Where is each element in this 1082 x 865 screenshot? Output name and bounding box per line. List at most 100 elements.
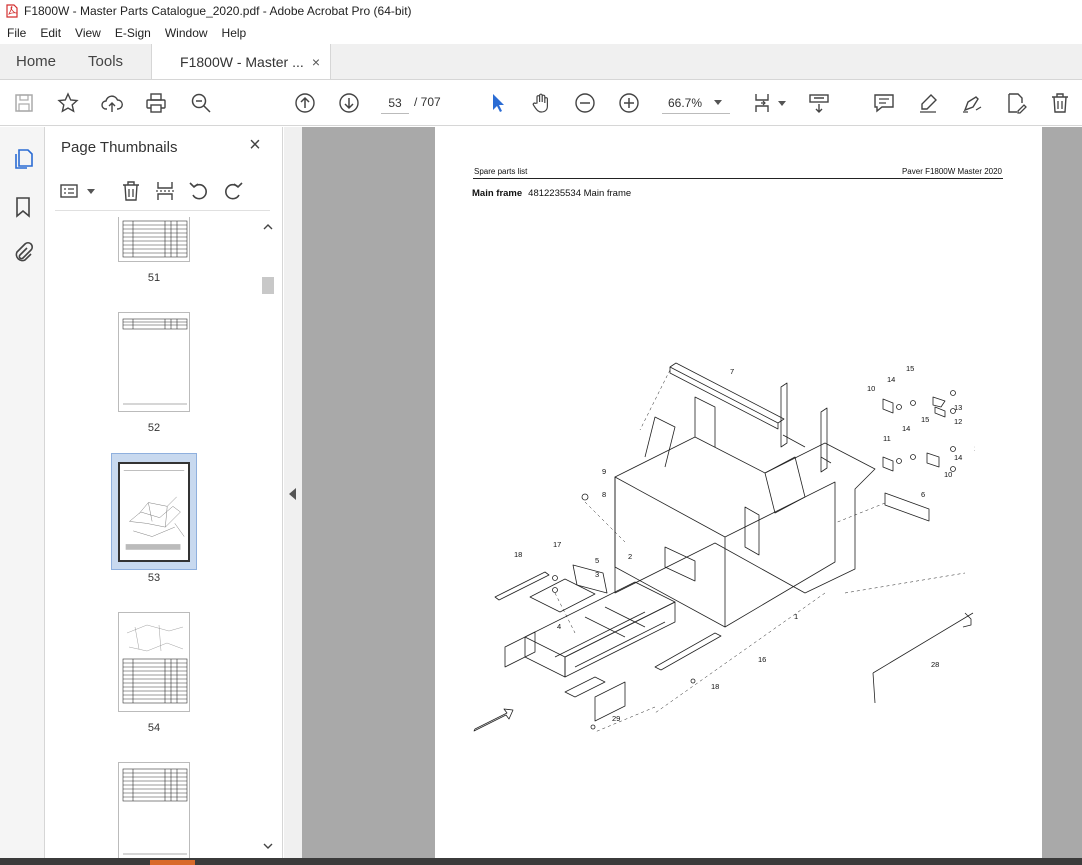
- hand-tool-icon[interactable]: [529, 91, 553, 115]
- acrobat-icon: [6, 4, 18, 18]
- callout-10b: 10: [944, 470, 952, 479]
- highlight-pen-icon[interactable]: [916, 91, 940, 115]
- scroll-mode-icon[interactable]: [807, 91, 831, 115]
- scrollbar-thumb[interactable]: [262, 277, 274, 294]
- taskbar-strip: [0, 858, 1082, 865]
- menu-help[interactable]: Help: [215, 26, 254, 40]
- tab-document-label: F1800W - Master ...: [180, 53, 304, 70]
- next-page-icon[interactable]: [337, 91, 361, 115]
- title-bar: F1800W - Master Parts Catalogue_2020.pdf…: [0, 0, 1082, 22]
- extract-pages-icon[interactable]: [153, 179, 177, 203]
- zoom-out-icon[interactable]: [573, 91, 597, 115]
- callout-28: 28: [931, 660, 939, 669]
- zoom-dropdown-icon[interactable]: [714, 100, 722, 105]
- sign-pen-icon[interactable]: [960, 91, 984, 115]
- callout-3: 3: [595, 570, 599, 579]
- callout-4: 4: [557, 622, 561, 631]
- callout-18a: 18: [514, 550, 522, 559]
- menu-window[interactable]: Window: [158, 26, 215, 40]
- menu-view[interactable]: View: [68, 26, 108, 40]
- callout-11: 11: [883, 434, 891, 443]
- delete-icon[interactable]: [1048, 91, 1072, 115]
- page-total: / 707: [414, 95, 441, 109]
- callout-15d: 15: [974, 444, 975, 453]
- menu-bar: File Edit View E-Sign Window Help: [0, 22, 1082, 44]
- select-cursor-icon[interactable]: [485, 91, 509, 115]
- star-icon[interactable]: [56, 91, 80, 115]
- thumbnail-label: 51: [147, 272, 161, 284]
- edit-pdf-icon[interactable]: [1004, 91, 1028, 115]
- scroll-down-icon[interactable]: [263, 843, 273, 850]
- menu-edit[interactable]: Edit: [33, 26, 68, 40]
- tab-tools[interactable]: Tools: [72, 44, 139, 79]
- callout-8: 8: [602, 490, 606, 499]
- save-icon[interactable]: [12, 91, 36, 115]
- callout-18b: 18: [711, 682, 719, 691]
- page-header-right: Paver F1800W Master 2020: [901, 167, 1002, 176]
- thumbnail-page[interactable]: [118, 612, 190, 712]
- panel-title: Page Thumbnails: [61, 139, 178, 156]
- page-title-rest: 4812235534 Main frame: [528, 188, 632, 199]
- callout-5: 5: [595, 556, 599, 565]
- zoom-out-search-icon[interactable]: [189, 91, 213, 115]
- page-number-input[interactable]: 53: [381, 92, 409, 114]
- thumbnail-options-dropdown-icon[interactable]: [87, 189, 95, 194]
- collapse-arrow-icon[interactable]: [289, 488, 296, 500]
- thumbnail-scrollbar[interactable]: [260, 217, 276, 858]
- thumbnail-list: 51 52 53 54: [45, 217, 260, 862]
- menu-esign[interactable]: E-Sign: [108, 26, 158, 40]
- pdf-page[interactable]: Spare parts list Paver F1800W Master 202…: [435, 127, 1042, 865]
- callout-16: 16: [758, 655, 766, 664]
- page-title: Main frame 4812235534 Main frame: [472, 188, 631, 199]
- panel-close-icon[interactable]: ×: [245, 135, 265, 155]
- panel-collapse-handle[interactable]: [284, 127, 302, 865]
- fit-page-icon[interactable]: [752, 91, 776, 115]
- window-title: F1800W - Master Parts Catalogue_2020.pdf…: [24, 4, 412, 18]
- callout-14c: 14: [954, 453, 962, 462]
- thumbnail-page[interactable]: [118, 217, 190, 262]
- page-thumbnails-icon[interactable]: [11, 147, 35, 171]
- page-header-left: Spare parts list: [474, 167, 528, 176]
- callout-6: 6: [921, 490, 925, 499]
- scroll-up-icon[interactable]: [263, 223, 273, 230]
- tab-document[interactable]: F1800W - Master ... ×: [151, 44, 332, 79]
- callout-13: 13: [954, 403, 962, 412]
- callout-1: 1: [794, 612, 798, 621]
- callout-29: 29: [612, 714, 620, 723]
- callout-14b: 14: [902, 424, 910, 433]
- callout-10a: 10: [867, 384, 875, 393]
- callout-9: 9: [602, 467, 606, 476]
- thumbnail-label: 53: [147, 572, 161, 584]
- thumbnail-options-icon[interactable]: [59, 179, 83, 203]
- tab-close-icon[interactable]: ×: [312, 54, 320, 70]
- thumbnail-page-selected[interactable]: [118, 462, 190, 562]
- bookmark-icon[interactable]: [11, 195, 35, 219]
- rotate-right-icon[interactable]: [221, 179, 245, 203]
- callout-2: 2: [628, 552, 632, 561]
- rotate-left-icon[interactable]: [187, 179, 211, 203]
- header-rule: [473, 178, 1003, 179]
- panel-toolbar: [55, 175, 270, 211]
- callout-17: 17: [553, 540, 561, 549]
- fit-page-dropdown-icon[interactable]: [778, 101, 786, 106]
- callout-7: 7: [730, 367, 734, 376]
- document-canvas[interactable]: Spare parts list Paver F1800W Master 202…: [302, 127, 1082, 865]
- attachment-icon[interactable]: [11, 241, 35, 265]
- print-icon[interactable]: [144, 91, 168, 115]
- taskbar-accent: [150, 860, 195, 865]
- thumbnail-page[interactable]: [118, 762, 190, 862]
- callout-15c: 15: [921, 415, 929, 424]
- tab-home[interactable]: Home: [0, 44, 72, 79]
- tab-bar: Home Tools F1800W - Master ... ×: [0, 44, 1082, 80]
- delete-pages-icon[interactable]: [119, 179, 143, 203]
- zoom-in-icon[interactable]: [617, 91, 641, 115]
- main-toolbar: [0, 80, 1082, 196]
- thumbnail-page[interactable]: [118, 312, 190, 412]
- previous-page-icon[interactable]: [293, 91, 317, 115]
- exploded-parts-diagram: 7 10 15 14 15 13 12 14 15 11 14 15 10 6 …: [473, 362, 975, 733]
- comment-icon[interactable]: [872, 91, 896, 115]
- callout-14a: 14: [887, 375, 895, 384]
- menu-file[interactable]: File: [0, 26, 33, 40]
- upload-cloud-icon[interactable]: [100, 91, 124, 115]
- left-rail: [0, 127, 45, 865]
